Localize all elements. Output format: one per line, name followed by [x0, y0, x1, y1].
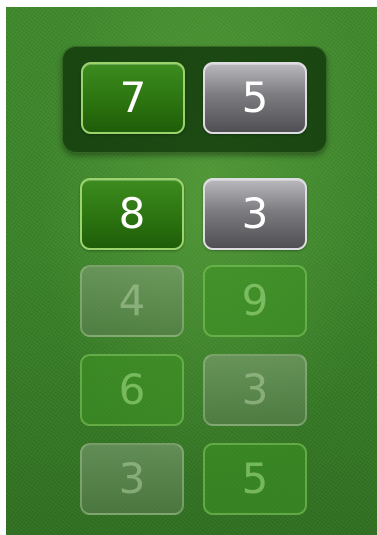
- history-row-3-opponent-tile: 3: [203, 354, 307, 426]
- current-player-score-tile: 7: [81, 62, 185, 134]
- history-row-2-opponent-tile: 9: [203, 265, 307, 337]
- current-opponent-score-tile: 5: [203, 62, 307, 134]
- history-row-4-player-tile: 3: [80, 443, 184, 515]
- history-row-3-player-tile: 6: [80, 354, 184, 426]
- history-row-2-player-tile: 4: [80, 265, 184, 337]
- history-row-1-player-tile: 8: [80, 178, 184, 250]
- history-row-1-opponent-tile: 3: [203, 178, 307, 250]
- game-board: 7 5 8 3 4 9 6 3 3 5: [6, 7, 377, 535]
- history-row-4-opponent-tile: 5: [203, 443, 307, 515]
